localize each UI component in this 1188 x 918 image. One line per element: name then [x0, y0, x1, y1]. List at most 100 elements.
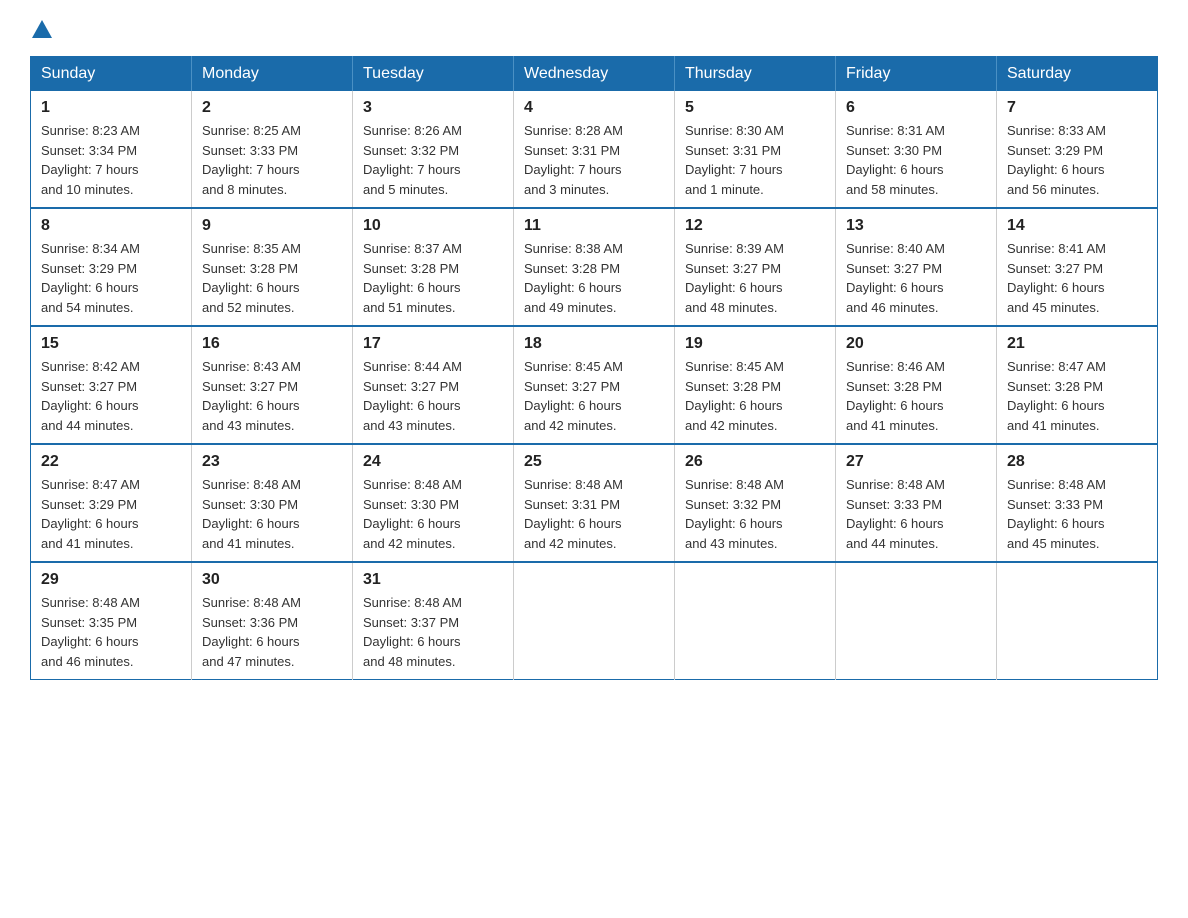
day-info: Sunrise: 8:31 AM Sunset: 3:30 PM Dayligh… — [846, 121, 986, 199]
header-day-wednesday: Wednesday — [514, 57, 675, 92]
daylight2: and 45 minutes. — [1007, 536, 1100, 551]
sunset: Sunset: 3:27 PM — [363, 379, 459, 394]
sunset: Sunset: 3:27 PM — [685, 261, 781, 276]
day-cell-10: 10 Sunrise: 8:37 AM Sunset: 3:28 PM Dayl… — [353, 208, 514, 326]
sunrise: Sunrise: 8:47 AM — [1007, 359, 1106, 374]
sunrise: Sunrise: 8:46 AM — [846, 359, 945, 374]
sunrise: Sunrise: 8:40 AM — [846, 241, 945, 256]
daylight: Daylight: 6 hours — [41, 280, 139, 295]
day-cell-8: 8 Sunrise: 8:34 AM Sunset: 3:29 PM Dayli… — [31, 208, 192, 326]
day-number: 5 — [685, 99, 825, 117]
day-info: Sunrise: 8:48 AM Sunset: 3:33 PM Dayligh… — [1007, 475, 1147, 553]
day-cell-24: 24 Sunrise: 8:48 AM Sunset: 3:30 PM Dayl… — [353, 444, 514, 562]
day-cell-16: 16 Sunrise: 8:43 AM Sunset: 3:27 PM Dayl… — [192, 326, 353, 444]
day-cell-28: 28 Sunrise: 8:48 AM Sunset: 3:33 PM Dayl… — [997, 444, 1158, 562]
day-number: 28 — [1007, 453, 1147, 471]
header-row: SundayMondayTuesdayWednesdayThursdayFrid… — [31, 57, 1158, 92]
sunrise: Sunrise: 8:43 AM — [202, 359, 301, 374]
week-row-3: 15 Sunrise: 8:42 AM Sunset: 3:27 PM Dayl… — [31, 326, 1158, 444]
day-cell-7: 7 Sunrise: 8:33 AM Sunset: 3:29 PM Dayli… — [997, 91, 1158, 208]
sunset: Sunset: 3:32 PM — [685, 497, 781, 512]
day-info: Sunrise: 8:42 AM Sunset: 3:27 PM Dayligh… — [41, 357, 181, 435]
sunrise: Sunrise: 8:48 AM — [41, 595, 140, 610]
daylight: Daylight: 6 hours — [363, 516, 461, 531]
sunrise: Sunrise: 8:48 AM — [524, 477, 623, 492]
day-info: Sunrise: 8:34 AM Sunset: 3:29 PM Dayligh… — [41, 239, 181, 317]
empty-cell — [997, 562, 1158, 680]
day-number: 13 — [846, 217, 986, 235]
header-day-sunday: Sunday — [31, 57, 192, 92]
day-number: 21 — [1007, 335, 1147, 353]
header-day-tuesday: Tuesday — [353, 57, 514, 92]
daylight: Daylight: 6 hours — [363, 280, 461, 295]
sunset: Sunset: 3:27 PM — [524, 379, 620, 394]
day-cell-23: 23 Sunrise: 8:48 AM Sunset: 3:30 PM Dayl… — [192, 444, 353, 562]
sunrise: Sunrise: 8:42 AM — [41, 359, 140, 374]
sunrise: Sunrise: 8:48 AM — [202, 595, 301, 610]
header-day-saturday: Saturday — [997, 57, 1158, 92]
daylight2: and 48 minutes. — [363, 654, 456, 669]
day-cell-29: 29 Sunrise: 8:48 AM Sunset: 3:35 PM Dayl… — [31, 562, 192, 680]
daylight2: and 54 minutes. — [41, 300, 134, 315]
day-cell-21: 21 Sunrise: 8:47 AM Sunset: 3:28 PM Dayl… — [997, 326, 1158, 444]
day-cell-4: 4 Sunrise: 8:28 AM Sunset: 3:31 PM Dayli… — [514, 91, 675, 208]
day-number: 29 — [41, 571, 181, 589]
daylight2: and 42 minutes. — [363, 536, 456, 551]
daylight: Daylight: 6 hours — [524, 398, 622, 413]
daylight2: and 58 minutes. — [846, 182, 939, 197]
day-info: Sunrise: 8:39 AM Sunset: 3:27 PM Dayligh… — [685, 239, 825, 317]
daylight2: and 41 minutes. — [202, 536, 295, 551]
day-number: 8 — [41, 217, 181, 235]
day-info: Sunrise: 8:26 AM Sunset: 3:32 PM Dayligh… — [363, 121, 503, 199]
daylight: Daylight: 6 hours — [202, 398, 300, 413]
daylight2: and 8 minutes. — [202, 182, 287, 197]
sunrise: Sunrise: 8:48 AM — [202, 477, 301, 492]
sunset: Sunset: 3:27 PM — [846, 261, 942, 276]
sunrise: Sunrise: 8:48 AM — [363, 595, 462, 610]
day-cell-9: 9 Sunrise: 8:35 AM Sunset: 3:28 PM Dayli… — [192, 208, 353, 326]
day-cell-11: 11 Sunrise: 8:38 AM Sunset: 3:28 PM Dayl… — [514, 208, 675, 326]
daylight: Daylight: 6 hours — [363, 634, 461, 649]
day-cell-27: 27 Sunrise: 8:48 AM Sunset: 3:33 PM Dayl… — [836, 444, 997, 562]
sunrise: Sunrise: 8:26 AM — [363, 123, 462, 138]
day-info: Sunrise: 8:48 AM Sunset: 3:37 PM Dayligh… — [363, 593, 503, 671]
day-number: 20 — [846, 335, 986, 353]
daylight2: and 41 minutes. — [41, 536, 134, 551]
day-number: 23 — [202, 453, 342, 471]
daylight: Daylight: 6 hours — [846, 516, 944, 531]
day-info: Sunrise: 8:44 AM Sunset: 3:27 PM Dayligh… — [363, 357, 503, 435]
day-number: 10 — [363, 217, 503, 235]
daylight: Daylight: 7 hours — [202, 162, 300, 177]
day-number: 25 — [524, 453, 664, 471]
week-row-5: 29 Sunrise: 8:48 AM Sunset: 3:35 PM Dayl… — [31, 562, 1158, 680]
empty-cell — [675, 562, 836, 680]
daylight: Daylight: 6 hours — [41, 398, 139, 413]
daylight: Daylight: 6 hours — [685, 280, 783, 295]
day-cell-13: 13 Sunrise: 8:40 AM Sunset: 3:27 PM Dayl… — [836, 208, 997, 326]
sunrise: Sunrise: 8:33 AM — [1007, 123, 1106, 138]
day-cell-19: 19 Sunrise: 8:45 AM Sunset: 3:28 PM Dayl… — [675, 326, 836, 444]
daylight2: and 10 minutes. — [41, 182, 134, 197]
daylight2: and 43 minutes. — [363, 418, 456, 433]
day-cell-17: 17 Sunrise: 8:44 AM Sunset: 3:27 PM Dayl… — [353, 326, 514, 444]
sunset: Sunset: 3:30 PM — [202, 497, 298, 512]
sunset: Sunset: 3:32 PM — [363, 143, 459, 158]
day-number: 3 — [363, 99, 503, 117]
day-info: Sunrise: 8:48 AM Sunset: 3:35 PM Dayligh… — [41, 593, 181, 671]
sunrise: Sunrise: 8:45 AM — [685, 359, 784, 374]
sunrise: Sunrise: 8:34 AM — [41, 241, 140, 256]
sunrise: Sunrise: 8:48 AM — [846, 477, 945, 492]
sunset: Sunset: 3:37 PM — [363, 615, 459, 630]
daylight2: and 46 minutes. — [41, 654, 134, 669]
week-row-4: 22 Sunrise: 8:47 AM Sunset: 3:29 PM Dayl… — [31, 444, 1158, 562]
day-cell-25: 25 Sunrise: 8:48 AM Sunset: 3:31 PM Dayl… — [514, 444, 675, 562]
day-number: 1 — [41, 99, 181, 117]
calendar-table: SundayMondayTuesdayWednesdayThursdayFrid… — [30, 56, 1158, 680]
daylight2: and 1 minute. — [685, 182, 764, 197]
day-number: 15 — [41, 335, 181, 353]
sunrise: Sunrise: 8:39 AM — [685, 241, 784, 256]
sunrise: Sunrise: 8:28 AM — [524, 123, 623, 138]
day-info: Sunrise: 8:41 AM Sunset: 3:27 PM Dayligh… — [1007, 239, 1147, 317]
sunrise: Sunrise: 8:37 AM — [363, 241, 462, 256]
day-info: Sunrise: 8:45 AM Sunset: 3:27 PM Dayligh… — [524, 357, 664, 435]
